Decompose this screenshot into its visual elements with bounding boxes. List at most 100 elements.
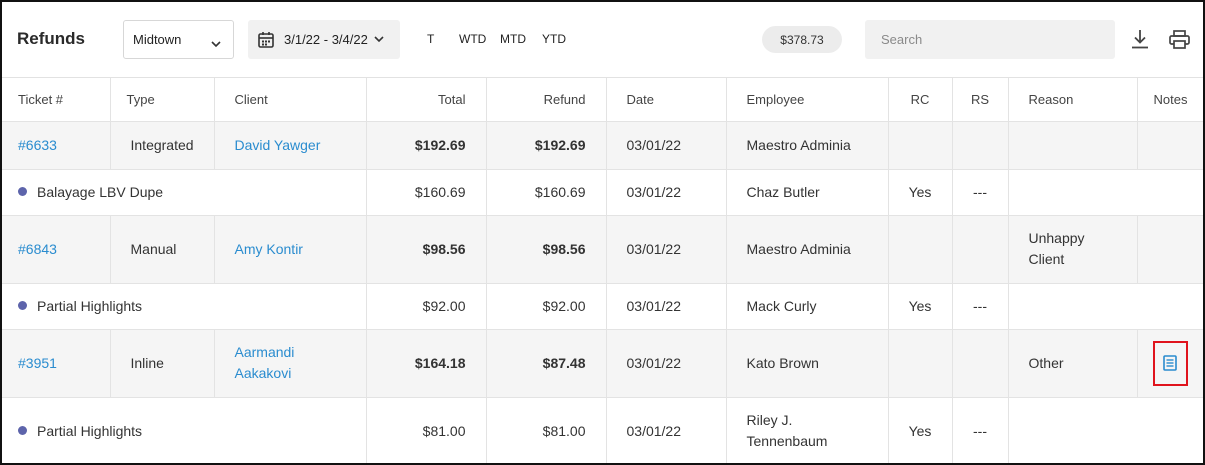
employee-cell: Mack Curly (726, 283, 889, 330)
item-name: Balayage LBV Dupe (37, 183, 164, 200)
column-header-employee[interactable]: Employee (726, 78, 889, 122)
total-badge: $378.73 (762, 26, 842, 53)
ticket-link[interactable]: #3951 (18, 355, 57, 371)
table-row: #6843 Manual Amy Kontir $98.56 $98.56 03… (2, 215, 1203, 284)
download-icon[interactable] (1129, 27, 1151, 51)
date-cell: 03/01/22 (606, 283, 727, 330)
date-cell: 03/01/22 (606, 215, 727, 284)
column-header-reason[interactable]: Reason (1008, 78, 1138, 122)
refund-cell: $81.00 (486, 397, 607, 463)
print-icon[interactable] (1168, 27, 1190, 51)
table-header-row: Ticket # Type Client Total Refund Date E… (2, 78, 1203, 122)
refund-cell: $192.69 (486, 121, 607, 170)
toolbar: Refunds Midtown 3/1/22 - 3/4/22 T WTD MT… (2, 2, 1203, 78)
client-link[interactable]: Amy Kontir (235, 241, 303, 257)
total-cell: $81.00 (366, 397, 487, 463)
calendar-icon (258, 31, 274, 48)
total-cell: $160.69 (366, 169, 487, 216)
total-cell: $164.18 (366, 329, 487, 398)
rc-cell: Yes (888, 397, 953, 463)
column-header-notes[interactable]: Notes (1137, 78, 1203, 122)
notes-icon (1163, 355, 1178, 371)
date-cell: 03/01/22 (606, 397, 727, 463)
item-dot-icon (18, 186, 27, 196)
column-header-refund[interactable]: Refund (486, 78, 607, 122)
client-link[interactable]: David Yawger (235, 137, 321, 153)
type-cell: Manual (110, 215, 215, 284)
item-dot-icon (18, 300, 27, 310)
type-cell: Inline (110, 329, 215, 398)
total-cell: $192.69 (366, 121, 487, 170)
total-cell: $98.56 (366, 215, 487, 284)
date-range-picker[interactable]: 3/1/22 - 3/4/22 (248, 20, 400, 59)
ticket-link[interactable]: #6633 (18, 137, 57, 153)
column-header-type[interactable]: Type (110, 78, 215, 122)
refund-cell: $87.48 (486, 329, 607, 398)
reason-cell (1008, 283, 1203, 330)
table-row: #3951 Inline Aarmandi Aakakovi $164.18 $… (2, 329, 1203, 398)
rs-cell (952, 121, 1009, 170)
notes-cell (1137, 121, 1203, 170)
client-link[interactable]: Aarmandi Aakakovi (235, 344, 295, 381)
refund-cell: $160.69 (486, 169, 607, 216)
item-cell: Partial Highlights (2, 397, 367, 463)
search-input[interactable] (865, 20, 1115, 59)
employee-cell: Maestro Adminia (726, 121, 889, 170)
type-cell: Integrated (110, 121, 215, 170)
reason-cell (1008, 397, 1203, 463)
reason-cell: Unhappy Client (1008, 215, 1138, 284)
employee-cell: Riley J. Tennenbaum (726, 397, 889, 463)
notes-cell (1137, 215, 1203, 284)
item-dot-icon (18, 425, 27, 435)
column-header-rs[interactable]: RS (952, 78, 1009, 122)
refund-cell: $92.00 (486, 283, 607, 330)
rc-cell (888, 215, 953, 284)
ticket-link[interactable]: #6843 (18, 241, 57, 257)
location-value: Midtown (133, 32, 182, 47)
table-row: Balayage LBV Dupe $160.69 $160.69 03/01/… (2, 169, 1203, 216)
employee-cell: Kato Brown (726, 329, 889, 398)
date-cell: 03/01/22 (606, 121, 727, 170)
rc-cell: Yes (888, 283, 953, 330)
rs-cell (952, 215, 1009, 284)
column-header-client[interactable]: Client (214, 78, 367, 122)
chevron-down-icon (374, 36, 384, 43)
rs-cell: --- (952, 397, 1009, 463)
column-header-total[interactable]: Total (366, 78, 487, 122)
location-select[interactable]: Midtown (123, 20, 234, 59)
chevron-down-icon (211, 36, 221, 51)
item-cell: Partial Highlights (2, 283, 367, 330)
range-today-button[interactable]: T (427, 32, 434, 46)
rs-cell (952, 329, 1009, 398)
employee-cell: Chaz Butler (726, 169, 889, 216)
range-ytd-button[interactable]: YTD (542, 32, 566, 46)
rs-cell: --- (952, 283, 1009, 330)
date-range-value: 3/1/22 - 3/4/22 (284, 32, 368, 47)
column-header-rc[interactable]: RC (888, 78, 953, 122)
date-cell: 03/01/22 (606, 169, 727, 216)
range-mtd-button[interactable]: MTD (500, 32, 526, 46)
item-cell: Balayage LBV Dupe (2, 169, 367, 216)
column-header-ticket[interactable]: Ticket # (2, 78, 111, 122)
page-title: Refunds (17, 29, 85, 48)
table-row: #6633 Integrated David Yawger $192.69 $1… (2, 121, 1203, 170)
notes-button[interactable] (1152, 340, 1188, 386)
refunds-table: Ticket # Type Client Total Refund Date E… (2, 78, 1203, 463)
range-wtd-button[interactable]: WTD (459, 32, 486, 46)
column-header-date[interactable]: Date (606, 78, 727, 122)
item-name: Partial Highlights (37, 297, 143, 314)
total-cell: $92.00 (366, 283, 487, 330)
table-row: Partial Highlights $92.00 $92.00 03/01/2… (2, 283, 1203, 330)
item-name: Partial Highlights (37, 422, 143, 439)
reason-cell (1008, 169, 1203, 216)
employee-cell: Maestro Adminia (726, 215, 889, 284)
date-cell: 03/01/22 (606, 329, 727, 398)
refunds-panel: Refunds Midtown 3/1/22 - 3/4/22 T WTD MT… (0, 0, 1205, 465)
notes-cell (1137, 329, 1203, 398)
reason-cell (1008, 121, 1138, 170)
refund-cell: $98.56 (486, 215, 607, 284)
rc-cell (888, 121, 953, 170)
table-row: Partial Highlights $81.00 $81.00 03/01/2… (2, 397, 1203, 463)
rc-cell: Yes (888, 169, 953, 216)
rc-cell (888, 329, 953, 398)
